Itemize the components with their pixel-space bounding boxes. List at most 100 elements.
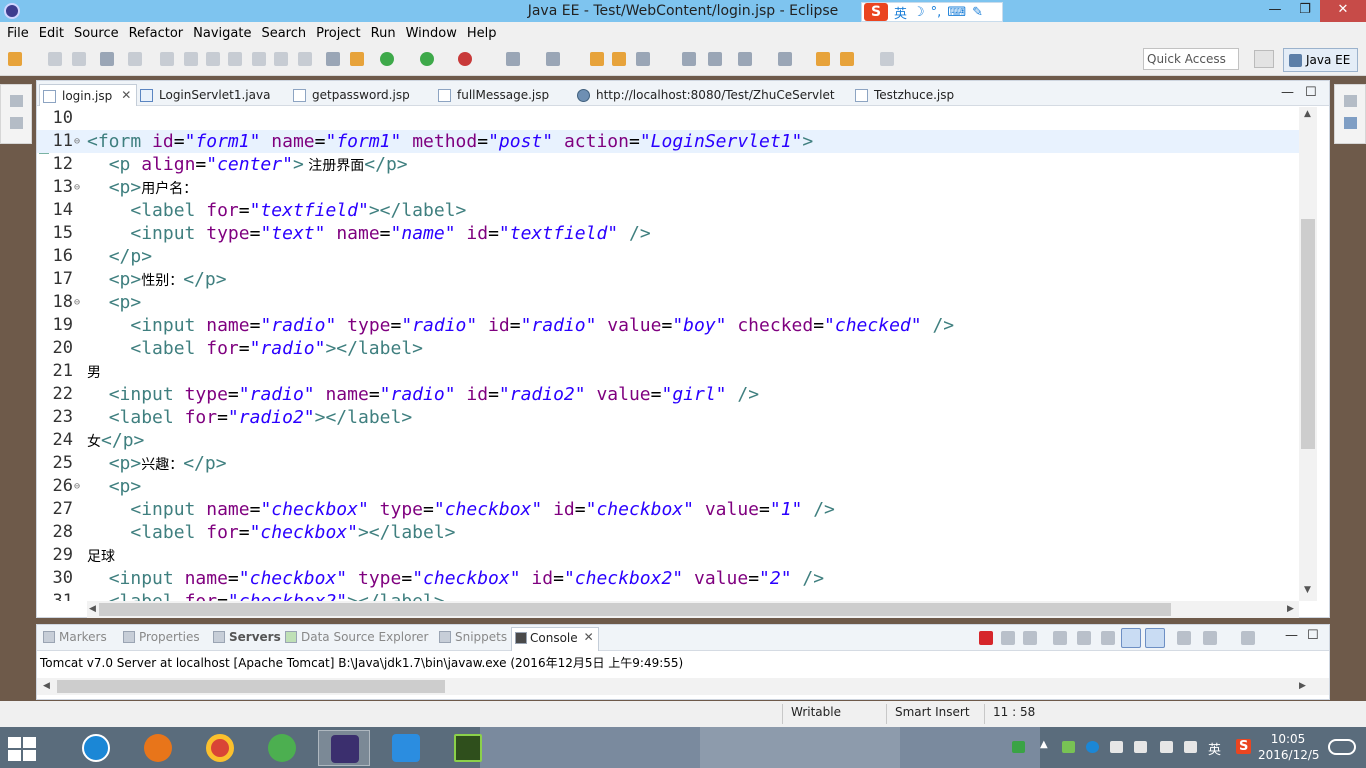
tab-zhuceservlet-browser[interactable]: http://localhost:8080/Test/ZhuCeServlet (574, 84, 835, 106)
volume-icon[interactable] (1184, 741, 1197, 753)
tab-getpassword-jsp[interactable]: getpassword.jsp (290, 84, 410, 106)
open-console-icon[interactable] (1241, 631, 1255, 645)
code-line[interactable]: 14 <label for="textfield"></label> (37, 199, 1299, 222)
taskbar-eclipse-icon[interactable] (318, 730, 370, 766)
disconnect-icon[interactable] (228, 52, 242, 66)
fold-toggle-icon[interactable]: ⊖ (74, 176, 80, 199)
taskbar-chrome-icon[interactable] (194, 730, 246, 766)
project-explorer-icon[interactable] (10, 117, 23, 129)
fold-toggle-icon[interactable]: ⊖ (74, 130, 80, 153)
sogou-logo-icon[interactable]: S (864, 3, 888, 21)
scroll-right-arrow-icon[interactable]: ▶ (1299, 681, 1306, 691)
show-hidden-icons-icon[interactable]: ▲ (1040, 739, 1048, 750)
code-line[interactable]: 13 ⊖ <p>用户名： (37, 176, 1299, 199)
fold-toggle-icon[interactable]: ⊖ (74, 291, 80, 314)
restore-view-icon[interactable] (10, 95, 23, 107)
menu-source[interactable]: Source (69, 26, 124, 41)
scroll-lock-icon[interactable] (1077, 631, 1091, 645)
scroll-left-arrow-icon[interactable]: ◀ (89, 604, 96, 614)
restore-button[interactable]: ❐ (1290, 0, 1320, 22)
outline-view-icon[interactable] (1344, 117, 1357, 129)
ime-language-toggle[interactable]: 英 (894, 3, 907, 22)
code-line[interactable]: 22 <input type="radio" name="radio" id="… (37, 383, 1299, 406)
code-line[interactable]: 26 ⊖ <p> (37, 475, 1299, 498)
show-on-stdout-icon[interactable] (1121, 628, 1141, 648)
tab-fullmessage-jsp[interactable]: fullMessage.jsp (435, 84, 549, 106)
open-resource-icon[interactable] (612, 52, 626, 66)
menu-run[interactable]: Run (366, 26, 401, 41)
restore-outline-icon[interactable] (1344, 95, 1357, 107)
web-browser-icon[interactable] (682, 52, 696, 66)
code-line[interactable]: 17 <p>性别：</p> (37, 268, 1299, 291)
console-view-icon[interactable] (100, 52, 114, 66)
word-wrap-icon[interactable] (1101, 631, 1115, 645)
new-server-icon[interactable] (506, 52, 520, 66)
kuaibo-tray-icon[interactable] (1086, 741, 1099, 753)
tab-loginservlet1-java[interactable]: LoginServlet1.java (137, 84, 270, 106)
clear-console-icon[interactable] (1053, 631, 1067, 645)
code-line[interactable]: 15 <input type="text" name="name" id="te… (37, 222, 1299, 245)
minimize-editor-icon[interactable]: — (1281, 85, 1294, 100)
suspend-icon[interactable] (184, 52, 198, 66)
new-web-service-icon[interactable] (546, 52, 560, 66)
menu-file[interactable]: File (2, 26, 34, 41)
open-type-icon[interactable] (590, 52, 604, 66)
build-icon[interactable] (350, 52, 364, 66)
code-line[interactable]: 16 </p> (37, 245, 1299, 268)
editor-horizontal-scrollbar[interactable]: ◀ ▶ (87, 601, 1299, 618)
menu-project[interactable]: Project (311, 26, 365, 41)
remove-launch-icon[interactable] (1001, 631, 1015, 645)
scroll-thumb[interactable] (1301, 219, 1315, 449)
scroll-thumb[interactable] (99, 603, 1171, 616)
tab-snippets[interactable]: Snippets (437, 630, 507, 644)
editor-vertical-scrollbar[interactable]: ▲ ▼ (1299, 107, 1317, 601)
tab-properties[interactable]: Properties (121, 630, 200, 644)
taskbar-firefox-icon[interactable] (132, 730, 184, 766)
maximize-editor-icon[interactable]: ☐ (1305, 85, 1317, 100)
code-line[interactable]: 25 <p>兴趣：</p> (37, 452, 1299, 475)
moon-icon[interactable]: ☽ (913, 5, 925, 20)
network-icon[interactable] (1012, 741, 1025, 753)
code-line[interactable]: 27 <input name="checkbox" type="checkbox… (37, 498, 1299, 521)
code-line[interactable]: 12 <p align="center"> 注册界面</p> (37, 153, 1299, 176)
annotation-previous-icon[interactable] (778, 52, 792, 66)
minimize-console-icon[interactable]: — (1285, 628, 1298, 643)
tab-console[interactable]: Console ✕ (511, 627, 599, 651)
minimize-button[interactable]: — (1260, 0, 1290, 22)
tab-login-jsp[interactable]: login.jsp ✕ (39, 84, 138, 106)
close-tab-icon[interactable]: ✕ (121, 88, 131, 102)
console-horizontal-scrollbar[interactable]: ◀ ▶ (37, 678, 1329, 695)
step-over-icon[interactable] (274, 52, 288, 66)
scroll-left-arrow-icon[interactable]: ◀ (43, 681, 50, 691)
code-line[interactable]: 19 <input name="radio" type="radio" id="… (37, 314, 1299, 337)
debug-icon[interactable] (380, 52, 394, 66)
new-icon[interactable] (8, 52, 22, 66)
pin-console-icon[interactable] (1177, 631, 1191, 645)
terminate-icon[interactable] (979, 631, 993, 645)
toggle-mark-icon[interactable] (326, 52, 340, 66)
open-perspective-icon[interactable] (1254, 50, 1274, 68)
show-on-stderr-icon[interactable] (1145, 628, 1165, 648)
skip-breakpoints-icon[interactable] (128, 52, 142, 66)
forward-icon[interactable] (880, 52, 894, 66)
code-line[interactable]: 30 <input name="checkbox" type="checkbox… (37, 567, 1299, 590)
wechat-tray-icon[interactable] (1062, 741, 1075, 753)
code-line[interactable]: 29 足球 (37, 544, 1299, 567)
resume-icon[interactable] (160, 52, 174, 66)
pin-editor-icon[interactable] (708, 52, 722, 66)
step-return-icon[interactable] (298, 52, 312, 66)
close-window-button[interactable]: ✕ (1320, 0, 1366, 22)
menu-search[interactable]: Search (256, 26, 311, 41)
step-into-icon[interactable] (252, 52, 266, 66)
menu-navigate[interactable]: Navigate (188, 26, 256, 41)
terminate-icon[interactable] (206, 52, 220, 66)
windows-start-icon[interactable] (8, 737, 36, 761)
fold-toggle-icon[interactable]: ⊖ (74, 475, 80, 498)
taskbar-clock[interactable]: 10:05 2016/12/5 (1258, 731, 1320, 763)
scroll-up-arrow-icon[interactable]: ▲ (1304, 109, 1311, 119)
code-line[interactable]: 20 <label for="radio"></label> (37, 337, 1299, 360)
code-line[interactable]: 10 (37, 107, 1299, 130)
back-icon[interactable] (840, 52, 854, 66)
code-line[interactable]: 21 男 (37, 360, 1299, 383)
wrench-icon[interactable]: ✎ (972, 5, 983, 20)
